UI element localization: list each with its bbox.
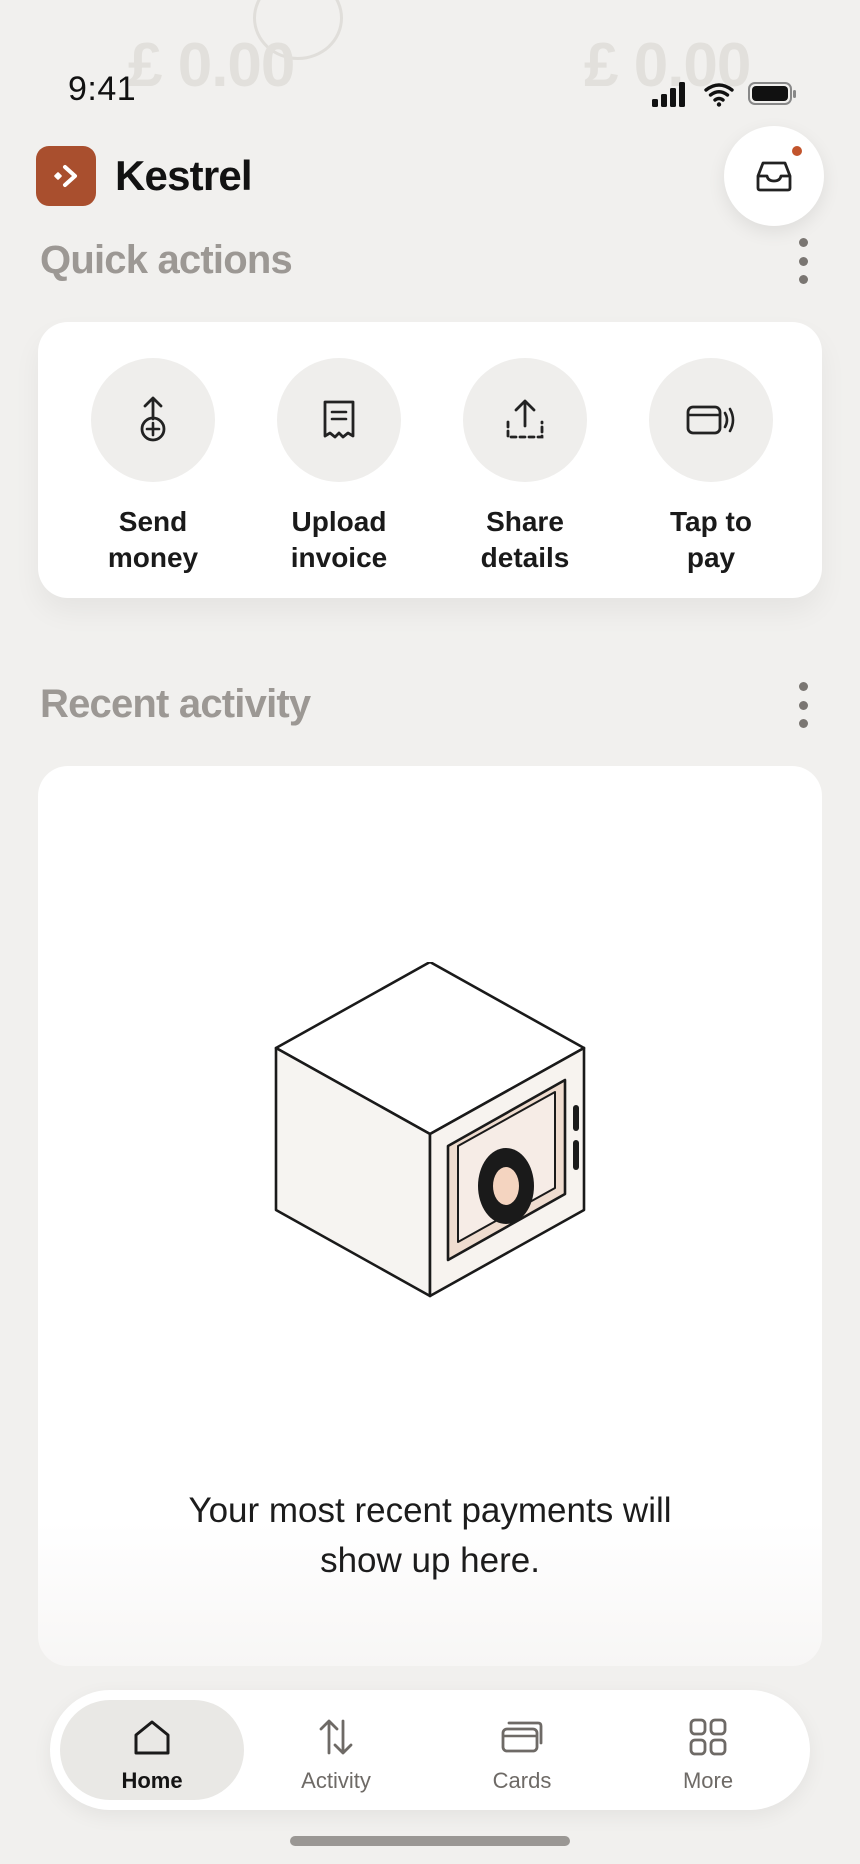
- inbox-button[interactable]: [724, 126, 824, 226]
- quick-action-label: Upload invoice: [290, 506, 388, 573]
- tab-home[interactable]: Home: [60, 1700, 244, 1800]
- status-time: 9:41: [68, 70, 137, 108]
- send-money-icon-circle: [91, 358, 215, 482]
- quick-action-upload-invoice[interactable]: Upload invoice: [246, 358, 432, 576]
- quick-action-label: Share details: [480, 506, 570, 573]
- quick-action-share-details[interactable]: Share details: [432, 358, 618, 576]
- status-icons: [652, 82, 796, 107]
- tap-to-pay-icon-circle: [649, 358, 773, 482]
- tab-label: Activity: [301, 1768, 371, 1793]
- recent-activity-title: Recent activity: [40, 682, 311, 726]
- grid-icon: [689, 1718, 727, 1756]
- quick-actions-title: Quick actions: [40, 238, 293, 282]
- cards-icon: [501, 1721, 543, 1753]
- receipt-icon: [323, 400, 355, 439]
- quick-action-send-money[interactable]: Send money: [60, 358, 246, 576]
- more-dot-icon: [798, 238, 808, 247]
- send-money-icon: [140, 396, 166, 442]
- more-dot-icon: [798, 256, 808, 266]
- quick-action-tap-to-pay[interactable]: Tap to pay: [618, 358, 804, 576]
- inbox-icon: [756, 161, 792, 192]
- contactless-card-icon: [686, 405, 735, 435]
- tab-cards[interactable]: Cards: [430, 1700, 614, 1800]
- arrows-up-down-icon: [319, 1719, 353, 1755]
- recent-activity-card: Your most recent payments will show up h…: [38, 766, 822, 1666]
- empty-state-message: Your most recent payments will show up h…: [188, 1491, 672, 1580]
- home-icon: [134, 1720, 170, 1755]
- quick-action-label: Tap to pay: [670, 506, 752, 573]
- upload-invoice-icon-circle: [277, 358, 401, 482]
- more-dot-icon: [798, 275, 808, 284]
- tab-activity[interactable]: Activity: [244, 1700, 428, 1800]
- tab-label: Cards: [492, 1768, 552, 1793]
- share-icon: [506, 399, 544, 439]
- safe-illustration: [274, 962, 586, 1298]
- tab-label: More: [682, 1768, 734, 1793]
- more-dot-icon: [798, 682, 808, 691]
- home-indicator[interactable]: [290, 1836, 570, 1846]
- share-details-icon-circle: [463, 358, 587, 482]
- battery-icon: [748, 82, 796, 105]
- brand-name: Kestrel: [115, 152, 253, 199]
- cellular-signal-icon: [652, 82, 685, 107]
- bottom-tab-bar: Home Activity Cards More: [50, 1690, 810, 1810]
- background-amount-left: £ 0.00: [128, 31, 295, 100]
- brand-logo: [36, 146, 96, 206]
- kestrel-logo-icon: [54, 165, 77, 187]
- more-dot-icon: [798, 719, 808, 728]
- tab-label: Home: [121, 1768, 183, 1793]
- notification-dot: [792, 146, 802, 156]
- recent-activity-menu-button[interactable]: [790, 682, 816, 728]
- quick-action-label: Send money: [107, 506, 199, 573]
- wifi-icon: [704, 83, 734, 107]
- quick-actions-card: Send money Upload invoice Share details: [38, 322, 822, 598]
- tab-more[interactable]: More: [616, 1700, 800, 1800]
- quick-actions-menu-button[interactable]: [790, 238, 816, 284]
- more-dot-icon: [798, 700, 808, 710]
